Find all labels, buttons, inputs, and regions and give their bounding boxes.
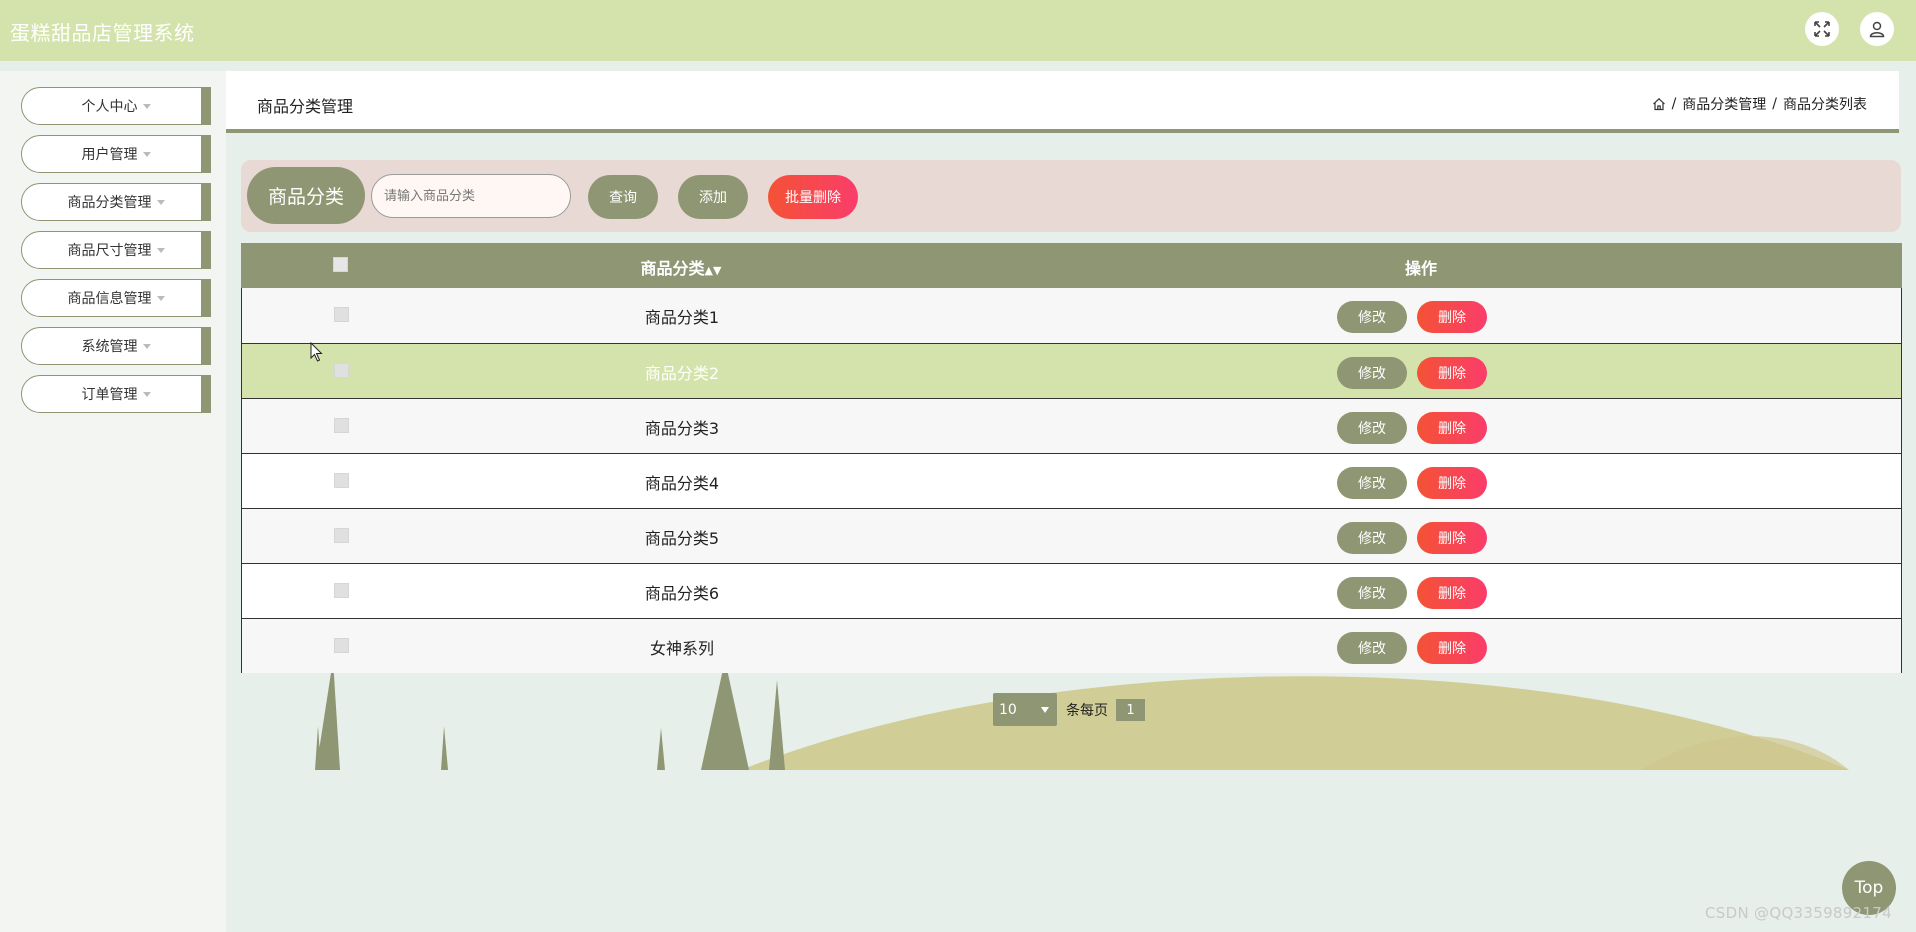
sidebar-item-system-management[interactable]: 系统管理: [21, 327, 211, 365]
table-row: 女神系列 修改 删除: [242, 618, 1901, 673]
category-name: 商品分类6: [644, 584, 720, 603]
sidebar: 个人中心 用户管理 商品分类管理 商品尺寸管理 商品信息管理 系统管理 订单管理: [0, 71, 226, 932]
row-checkbox[interactable]: [334, 418, 349, 433]
user-icon: [1869, 21, 1885, 38]
sidebar-item-label: 商品分类管理: [67, 195, 152, 211]
edit-button[interactable]: 修改: [1337, 412, 1407, 444]
fullscreen-button[interactable]: [1805, 12, 1839, 46]
delete-button[interactable]: 删除: [1417, 301, 1487, 333]
edit-button[interactable]: 修改: [1337, 357, 1407, 389]
caret-down-icon: [142, 103, 151, 109]
sidebar-item-label: 商品尺寸管理: [67, 243, 152, 259]
sidebar-item-category-management[interactable]: 商品分类管理: [21, 183, 211, 221]
category-name: 商品分类2: [644, 364, 720, 383]
home-icon[interactable]: [1652, 97, 1666, 111]
page-title: 商品分类管理: [257, 97, 354, 116]
column-header-actions: 操作: [1404, 259, 1437, 278]
page-size-select[interactable]: 10: [993, 693, 1057, 726]
table-row: 商品分类1 修改 删除: [242, 288, 1901, 343]
sort-icon[interactable]: ▲▼: [705, 264, 722, 277]
row-checkbox[interactable]: [334, 528, 349, 543]
query-button[interactable]: 查询: [588, 175, 658, 219]
breadcrumb-category-management[interactable]: 商品分类管理: [1682, 94, 1766, 114]
breadcrumb-separator: /: [1671, 96, 1677, 112]
breadcrumb-category-list: 商品分类列表: [1783, 97, 1867, 113]
page-size-value: 10: [999, 701, 1017, 718]
delete-button[interactable]: 删除: [1417, 632, 1487, 664]
batch-delete-button[interactable]: 批量删除: [768, 175, 858, 219]
table-row: 商品分类3 修改 删除: [242, 398, 1901, 453]
sidebar-item-label: 订单管理: [81, 387, 138, 403]
caret-down-icon: [156, 247, 165, 253]
delete-button[interactable]: 删除: [1417, 577, 1487, 609]
table-row: 商品分类5 修改 删除: [242, 508, 1901, 563]
sidebar-item-personal-center[interactable]: 个人中心: [21, 87, 211, 125]
delete-button[interactable]: 删除: [1417, 412, 1487, 444]
column-header-label: 商品分类: [640, 259, 705, 278]
row-checkbox[interactable]: [334, 473, 349, 488]
sidebar-item-order-management[interactable]: 订单管理: [21, 375, 211, 413]
breadcrumb: / 商品分类管理 / 商品分类列表: [1652, 94, 1867, 114]
category-name: 商品分类3: [644, 419, 720, 438]
row-checkbox[interactable]: [334, 307, 349, 322]
edit-button[interactable]: 修改: [1337, 522, 1407, 554]
page-number-button[interactable]: 1: [1116, 699, 1145, 721]
caret-down-icon: [156, 199, 165, 205]
caret-down-icon: [142, 151, 151, 157]
table-row: 商品分类2 修改 删除: [242, 343, 1901, 398]
search-input[interactable]: [371, 174, 571, 218]
table-row: 商品分类6 修改 删除: [242, 563, 1901, 618]
sidebar-item-label: 个人中心: [81, 99, 138, 115]
breadcrumb-separator: /: [1772, 96, 1777, 112]
delete-button[interactable]: 删除: [1417, 467, 1487, 499]
delete-button[interactable]: 删除: [1417, 522, 1487, 554]
row-checkbox[interactable]: [334, 583, 349, 598]
sidebar-item-label: 商品信息管理: [67, 291, 152, 307]
column-header-category[interactable]: 商品分类▲▼: [561, 255, 801, 279]
edit-button[interactable]: 修改: [1337, 301, 1407, 333]
sidebar-item-user-management[interactable]: 用户管理: [21, 135, 211, 173]
top-bar: 蛋糕甜品店管理系统: [0, 0, 1916, 61]
delete-button[interactable]: 删除: [1417, 357, 1487, 389]
search-bar: 商品分类 查询 添加 批量删除: [241, 160, 1901, 232]
category-name: 女神系列: [649, 639, 714, 658]
caret-down-icon: [156, 295, 165, 301]
row-checkbox[interactable]: [334, 638, 349, 653]
category-table: 商品分类▲▼ 操作 商品分类1 修改 删除 商品分类2 修改 删除 商品分类3 …: [241, 243, 1902, 673]
chevron-down-icon: [1041, 706, 1049, 713]
caret-down-icon: [142, 391, 151, 397]
edit-button[interactable]: 修改: [1337, 577, 1407, 609]
add-button[interactable]: 添加: [678, 175, 748, 219]
sidebar-item-label: 用户管理: [81, 147, 138, 163]
table-header: 商品分类▲▼ 操作: [241, 243, 1902, 288]
search-label: 商品分类: [247, 167, 365, 224]
category-name: 商品分类1: [644, 308, 720, 327]
row-checkbox[interactable]: [334, 363, 349, 378]
category-name: 商品分类4: [644, 474, 720, 493]
table-row: 商品分类4 修改 删除: [242, 453, 1901, 508]
category-name: 商品分类5: [644, 529, 720, 548]
page-header: 商品分类管理 / 商品分类管理 / 商品分类列表: [226, 71, 1899, 133]
sidebar-item-size-management[interactable]: 商品尺寸管理: [21, 231, 211, 269]
expand-icon: [1814, 21, 1830, 37]
sidebar-item-product-info-management[interactable]: 商品信息管理: [21, 279, 211, 317]
user-button[interactable]: [1860, 12, 1894, 46]
caret-down-icon: [142, 343, 151, 349]
mouse-cursor-icon: [310, 342, 323, 362]
app-title: 蛋糕甜品店管理系统: [10, 21, 195, 45]
edit-button[interactable]: 修改: [1337, 632, 1407, 664]
select-all-checkbox[interactable]: [333, 257, 348, 272]
watermark: CSDN @QQ3359892174: [1705, 904, 1892, 922]
per-page-label: 条每页: [1066, 703, 1108, 719]
edit-button[interactable]: 修改: [1337, 467, 1407, 499]
sidebar-item-label: 系统管理: [81, 339, 138, 355]
